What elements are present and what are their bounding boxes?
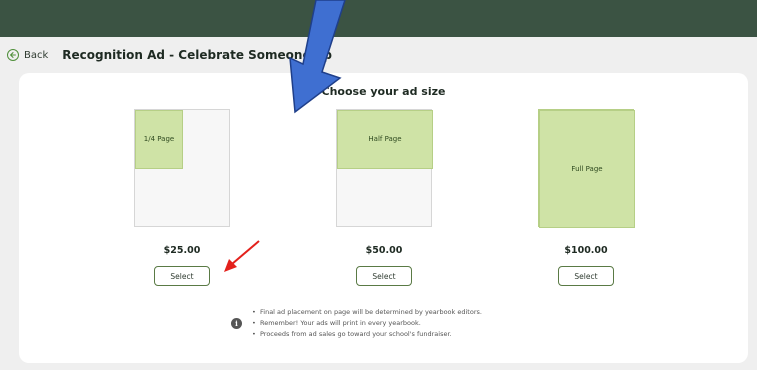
list-item: Remember! Your ads will print in every y… bbox=[252, 318, 482, 329]
ad-size-label: Half Page bbox=[368, 135, 402, 143]
select-full-page-button[interactable]: Select bbox=[558, 266, 614, 286]
ad-option-quarter: 1/4 Page $25.00 Select bbox=[112, 109, 252, 286]
ad-price: $50.00 bbox=[365, 245, 403, 256]
ad-thumbnail: Full Page bbox=[538, 109, 635, 228]
ad-price: $100.00 bbox=[564, 245, 608, 256]
page-header: Back Recognition Ad - Celebrate Someone … bbox=[0, 37, 757, 73]
ad-size-label: 1/4 Page bbox=[143, 135, 175, 143]
ad-fill-area: Full Page bbox=[539, 110, 635, 228]
list-item: Proceeds from ad sales go toward your sc… bbox=[252, 329, 482, 340]
ad-price: $25.00 bbox=[163, 245, 201, 256]
back-label: Back bbox=[24, 49, 49, 61]
ad-option-full: Full Page $100.00 Select bbox=[516, 109, 656, 286]
info-list: Final ad placement on page will be deter… bbox=[252, 307, 482, 340]
ad-option-half: Half Page $50.00 Select bbox=[314, 109, 454, 286]
ad-thumbnail: 1/4 Page bbox=[134, 109, 230, 227]
card-title: Choose your ad size bbox=[321, 85, 446, 98]
back-button[interactable]: Back bbox=[7, 49, 48, 61]
select-quarter-page-button[interactable]: Select bbox=[154, 266, 210, 286]
back-arrow-icon bbox=[7, 49, 19, 61]
ad-size-card: Choose your ad size 1/4 Page $25.00 Sele… bbox=[19, 73, 748, 363]
list-item: Final ad placement on page will be deter… bbox=[252, 307, 482, 318]
ad-size-label: Full Page bbox=[571, 165, 603, 173]
page-title: Recognition Ad - Celebrate Someone Sp bbox=[62, 48, 333, 62]
info-icon: i bbox=[231, 318, 242, 329]
info-notes: i Final ad placement on page will be det… bbox=[231, 307, 482, 340]
top-bar bbox=[0, 0, 757, 37]
ad-fill-area: Half Page bbox=[337, 110, 433, 169]
ad-fill-area: 1/4 Page bbox=[135, 110, 183, 169]
select-half-page-button[interactable]: Select bbox=[356, 266, 412, 286]
ad-thumbnail: Half Page bbox=[336, 109, 433, 227]
